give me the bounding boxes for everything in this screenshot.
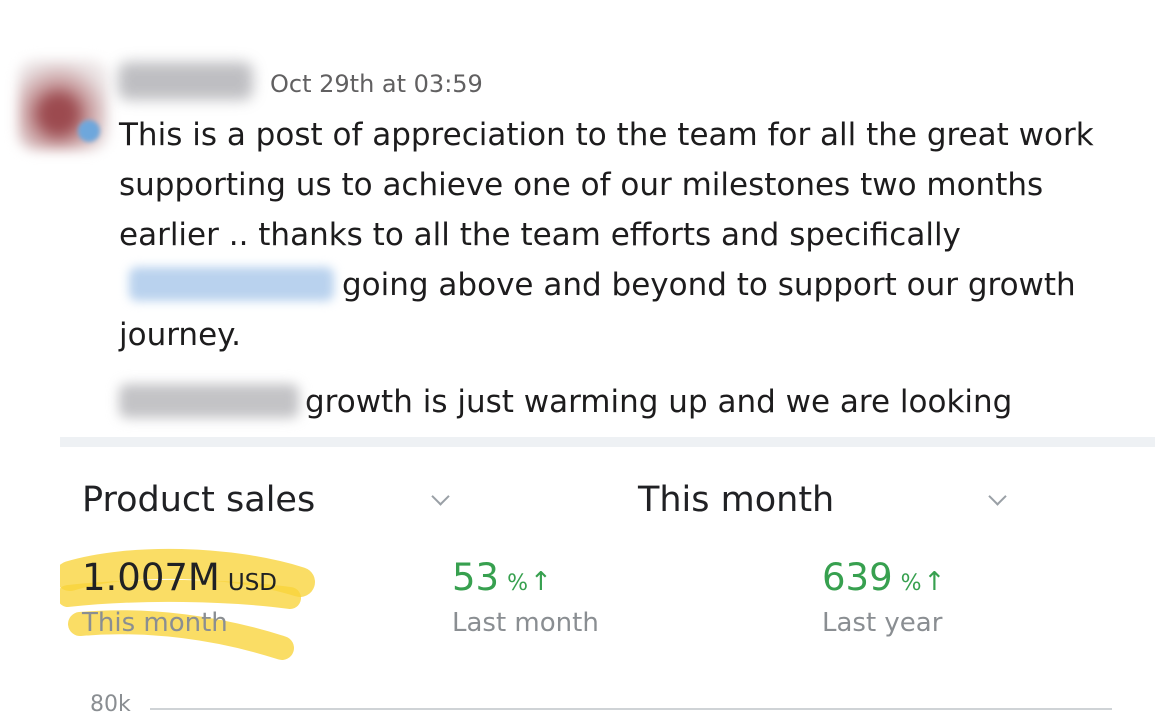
last-year-caption: Last year xyxy=(822,608,943,638)
message-body: This is a post of appreciation to the te… xyxy=(119,110,1129,477)
metric-dropdown-label: Product sales xyxy=(82,480,316,520)
status-indicator xyxy=(78,120,100,142)
last-month-value: 53 xyxy=(452,556,500,599)
attachment-divider xyxy=(60,437,1155,447)
message-paragraph-1: This is a post of appreciation to the te… xyxy=(119,110,1129,360)
period-dropdown-label: This month xyxy=(638,480,835,520)
percent-sign: % xyxy=(900,571,922,596)
arrow-up-icon: ↑ xyxy=(530,567,552,597)
metric-dropdown[interactable]: Product sales xyxy=(82,480,462,520)
period-dropdown[interactable]: This month xyxy=(638,480,1018,520)
last-month-caption: Last month xyxy=(452,608,599,638)
chart-gridline xyxy=(150,708,1112,710)
main-value: 1.007M xyxy=(82,556,220,599)
last-year-change: 639 %↑ xyxy=(822,556,945,599)
main-caption: This month xyxy=(82,608,228,638)
redacted-mention[interactable] xyxy=(129,267,334,301)
last-year-value: 639 xyxy=(822,556,893,599)
main-unit: USD xyxy=(227,570,278,596)
arrow-up-icon: ↑ xyxy=(923,567,946,597)
total-sales-value: 1.007M USD xyxy=(82,556,277,599)
last-month-change: 53 %↑ xyxy=(452,556,552,599)
redacted-company-name xyxy=(119,384,299,418)
message-text-part-1: This is a post of appreciation to the te… xyxy=(119,117,1094,253)
chevron-down-icon xyxy=(988,487,1007,506)
chevron-down-icon xyxy=(431,487,450,506)
chart-axis-label: 80k xyxy=(90,692,131,717)
redacted-username[interactable] xyxy=(118,62,253,100)
message-timestamp[interactable]: Oct 29th at 03:59 xyxy=(270,70,483,98)
percent-sign: % xyxy=(507,571,528,596)
